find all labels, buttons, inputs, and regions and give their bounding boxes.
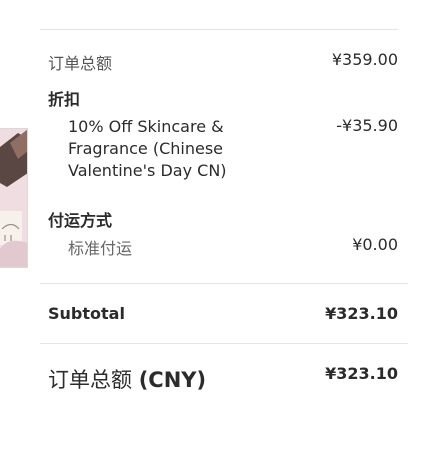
grand-total-label: 订单总额 (CNY) (48, 364, 206, 394)
subtotal-label: Subtotal (48, 304, 125, 323)
order-total-label: 订单总额 (48, 54, 113, 73)
grand-total-currency: (CNY) (138, 368, 207, 392)
discount-heading-row: 折扣 (48, 86, 398, 110)
subtotal-value: ¥323.10 (325, 304, 398, 323)
discount-row: 10% Off Skincare & Fragrance (Chinese Va… (68, 116, 398, 182)
section-divider (40, 283, 408, 284)
subtotal-row: Subtotal ¥323.10 (48, 304, 398, 323)
total-divider (40, 343, 408, 344)
grand-total-label-prefix: 订单总额 (48, 368, 132, 392)
grand-total-row: 订单总额 (CNY) ¥323.10 (48, 364, 398, 394)
discount-description: 10% Off Skincare & Fragrance (Chinese Va… (68, 117, 227, 180)
grand-total-value: ¥323.10 (325, 364, 398, 383)
discount-heading: 折扣 (48, 90, 81, 109)
product-thumbnail (0, 128, 28, 268)
order-total-row: 订单总额 ¥359.00 (48, 50, 398, 74)
shipping-heading: 付运方式 (48, 211, 113, 230)
shipping-heading-row: 付运方式 (48, 207, 398, 231)
order-total-value: ¥359.00 (331, 50, 398, 69)
top-divider (40, 29, 398, 30)
shipping-method-label: 标准付运 (68, 239, 133, 258)
discount-value: -¥35.90 (336, 116, 398, 135)
shipping-row: 标准付运 ¥0.00 (68, 235, 398, 259)
shipping-value: ¥0.00 (352, 235, 398, 254)
